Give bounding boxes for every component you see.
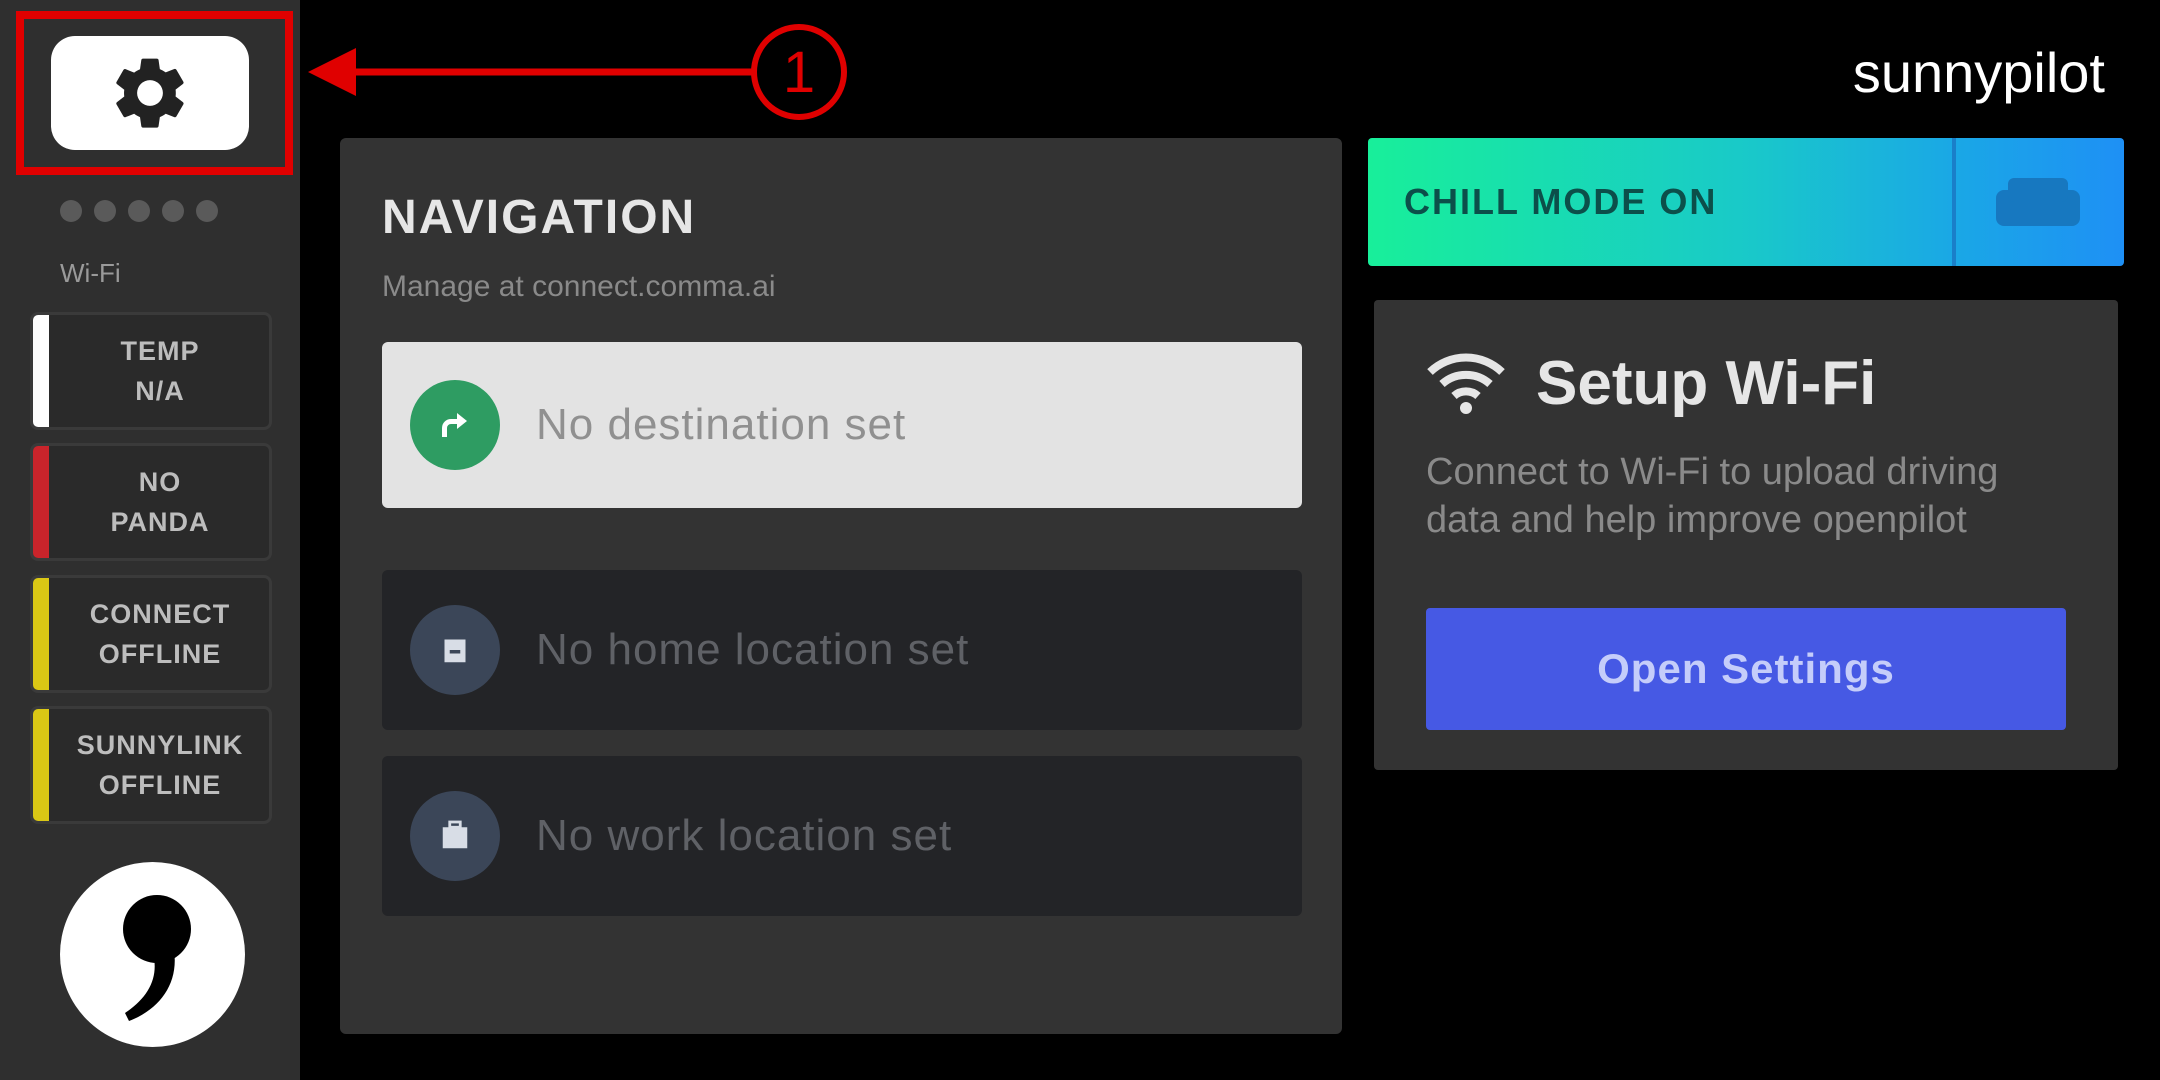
brand-name: sunnypilot [1852,41,2105,104]
panda-status-label: NO PANDA [110,467,210,537]
status-bar [33,578,49,690]
temp-status-tile: TEMP N/A [30,312,272,430]
comma-logo[interactable] [60,862,245,1047]
annotation-arrow: 1 [308,24,847,120]
sunnylink-status-label: SUNNYLINK OFFLINE [76,730,244,800]
setup-wifi-header: Setup Wi-Fi [1426,348,1876,419]
work-location-row[interactable]: No work location set [382,756,1302,916]
chill-mode-banner: CHILL MODE ON [1368,138,2124,266]
destination-row[interactable]: No destination set [382,342,1302,508]
status-bar [33,709,49,821]
work-icon [410,791,500,881]
couch-icon [1996,178,2080,226]
network-type-label: Wi-Fi [60,258,121,288]
chill-mode-label: CHILL MODE ON [1404,181,1718,222]
signal-dot [128,200,150,222]
signal-dot [94,200,116,222]
wifi-icon [1427,353,1505,414]
setup-wifi-card: Setup Wi-Fi Connect to Wi-Fi to upload d… [1374,300,2118,770]
destination-label: No destination set [536,400,907,449]
navigation-panel: NAVIGATION Manage at connect.comma.ai No… [340,138,1342,1034]
work-location-label: No work location set [536,811,953,860]
connect-status-tile: CONNECT OFFLINE [30,575,272,693]
banner-divider [1952,138,1956,266]
sidebar: Wi-Fi TEMP N/A NO PANDA CONNECT OFFLINE … [0,0,300,1080]
setup-wifi-title: Setup Wi-Fi [1536,349,1877,418]
status-bar [33,446,49,558]
setup-wifi-description: Connect to Wi-Fi to upload driving data … [1426,451,1999,541]
open-settings-label: Open Settings [1597,645,1895,692]
settings-button[interactable] [51,36,249,150]
screen: Wi-Fi TEMP N/A NO PANDA CONNECT OFFLINE … [0,0,2160,1080]
signal-dot [60,200,82,222]
status-bar [33,315,49,427]
signal-dot [196,200,218,222]
home-location-row[interactable]: No home location set [382,570,1302,730]
home-location-label: No home location set [536,625,970,674]
open-settings-button[interactable]: Open Settings [1426,608,2066,730]
sunnylink-status-tile: SUNNYLINK OFFLINE [30,706,272,824]
annotation-number: 1 [783,40,815,105]
navigation-subtitle: Manage at connect.comma.ai [382,270,776,303]
temp-status-label: TEMP N/A [120,336,200,406]
signal-strength-indicator [60,200,218,222]
gear-icon [116,58,184,128]
navigation-title: NAVIGATION [382,191,697,244]
home-icon [410,605,500,695]
directions-icon [410,380,500,470]
connect-status-label: CONNECT OFFLINE [89,599,231,669]
panda-status-tile: NO PANDA [30,443,272,561]
comma-logo-glyph [122,894,191,1021]
signal-dot [162,200,184,222]
